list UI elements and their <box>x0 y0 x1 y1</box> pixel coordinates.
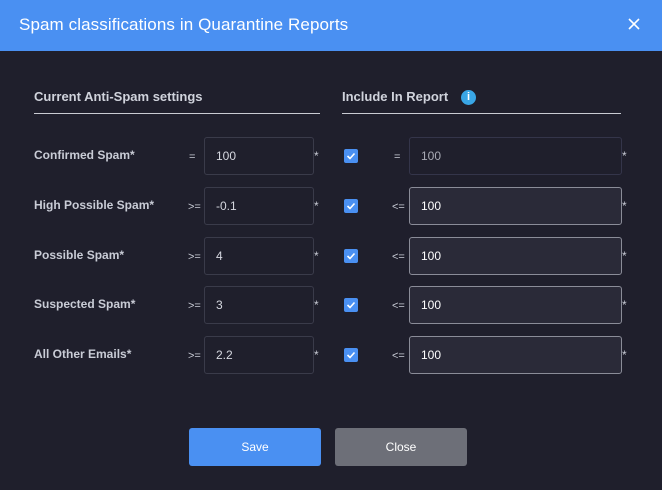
left-divider <box>34 113 320 114</box>
report-operator: <= <box>392 251 405 263</box>
threshold-operator: >= <box>188 300 201 312</box>
report-limit-input[interactable]: 100 <box>409 187 622 225</box>
required-marker: * <box>314 348 319 362</box>
row-label: High Possible Spam* <box>34 198 155 212</box>
close-icon[interactable] <box>624 14 644 34</box>
include-checkbox[interactable] <box>344 149 358 163</box>
required-marker: * <box>622 149 627 163</box>
threshold-input[interactable]: 2.2 <box>204 336 314 374</box>
report-limit-input[interactable]: 100 <box>409 336 622 374</box>
close-button[interactable]: Close <box>335 428 467 466</box>
required-marker: * <box>622 249 627 263</box>
info-icon[interactable]: i <box>461 90 476 105</box>
spam-classification-dialog: Spam classifications in Quarantine Repor… <box>0 0 662 490</box>
row-label: All Other Emails* <box>34 347 132 361</box>
report-limit-input[interactable]: 100 <box>409 237 622 275</box>
report-limit-input[interactable]: 100 <box>409 286 622 324</box>
threshold-input[interactable]: -0.1 <box>204 187 314 225</box>
report-operator: <= <box>392 201 405 213</box>
anti-spam-settings-heading: Current Anti-Spam settings <box>34 89 203 104</box>
required-marker: * <box>622 298 627 312</box>
include-checkbox[interactable] <box>344 298 358 312</box>
required-marker: * <box>622 199 627 213</box>
report-operator: <= <box>392 350 405 362</box>
threshold-operator: >= <box>188 201 201 213</box>
report-limit-input: 100 <box>409 137 622 175</box>
required-marker: * <box>314 149 319 163</box>
threshold-input[interactable]: 3 <box>204 286 314 324</box>
right-divider <box>342 113 621 114</box>
row-label: Suspected Spam* <box>34 297 136 311</box>
threshold-operator: = <box>189 151 196 163</box>
threshold-operator: >= <box>188 251 201 263</box>
threshold-input[interactable]: 100 <box>204 137 314 175</box>
required-marker: * <box>314 298 319 312</box>
threshold-operator: >= <box>188 350 201 362</box>
threshold-input[interactable]: 4 <box>204 237 314 275</box>
include-checkbox[interactable] <box>344 348 358 362</box>
report-operator: <= <box>392 300 405 312</box>
row-label: Confirmed Spam* <box>34 148 135 162</box>
required-marker: * <box>622 348 627 362</box>
required-marker: * <box>314 199 319 213</box>
dialog-header: Spam classifications in Quarantine Repor… <box>0 0 662 51</box>
include-checkbox[interactable] <box>344 199 358 213</box>
report-operator: = <box>394 151 401 163</box>
required-marker: * <box>314 249 319 263</box>
row-label: Possible Spam* <box>34 248 125 262</box>
include-checkbox[interactable] <box>344 249 358 263</box>
dialog-title: Spam classifications in Quarantine Repor… <box>19 15 349 34</box>
include-in-report-heading: Include In Report <box>342 89 449 104</box>
save-button[interactable]: Save <box>189 428 321 466</box>
